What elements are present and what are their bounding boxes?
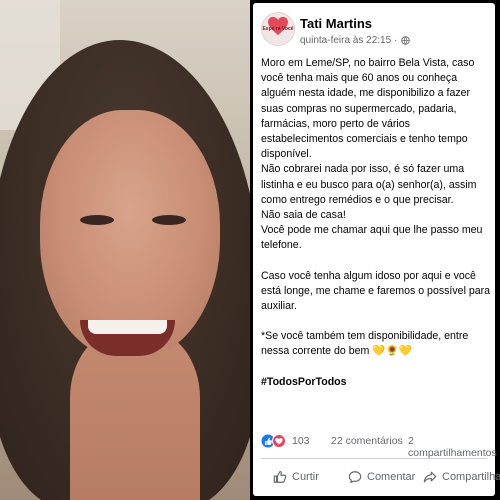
- photo-eye-left: [80, 215, 114, 225]
- comment-label: Comentar: [367, 471, 416, 483]
- post-frame: Espe ra Você Tati Martins quinta-feira à…: [250, 0, 500, 500]
- share-label: Compartilhar: [442, 471, 500, 483]
- globe-icon: [400, 36, 410, 45]
- reactions-count[interactable]: 103: [292, 435, 310, 447]
- post-stats: 103 22 comentários 2 compartilhamentos: [261, 433, 497, 459]
- like-label: Curtir: [292, 471, 319, 483]
- post-paragraph: Você pode me chamar aqui que lhe passo m…: [261, 224, 483, 252]
- post-paragraph: Não cobrarei nada por isso, é só fazer u…: [261, 163, 477, 206]
- post-paragraph: Não saia de casa!: [261, 209, 346, 222]
- post-meta: quinta-feira às 22:15 ·: [300, 35, 410, 46]
- photo-eye-right: [152, 215, 186, 225]
- author-avatar[interactable]: Espe ra Você: [261, 12, 295, 46]
- comment-icon: [348, 471, 362, 483]
- post-header: Espe ra Você Tati Martins quinta-feira à…: [253, 3, 495, 53]
- like-button[interactable]: Curtir: [273, 470, 319, 484]
- post-actions: Curtir Comentar Compartilhar: [253, 463, 500, 493]
- shares-count[interactable]: 2 compartilhamentos: [408, 435, 497, 459]
- post-paragraph: Caso você tenha algum idoso por aqui e v…: [261, 269, 491, 313]
- share-button[interactable]: Compartilhar: [423, 470, 500, 484]
- comments-count[interactable]: 22 comentários: [331, 435, 403, 447]
- post-card: Espe ra Você Tati Martins quinta-feira à…: [253, 3, 500, 496]
- comment-button[interactable]: Comentar: [348, 470, 415, 484]
- post-body: Moro em Leme/SP, no bairro Bela Vista, c…: [261, 56, 491, 390]
- author-name[interactable]: Tati Martins: [300, 16, 372, 31]
- thumbs-up-icon: [273, 471, 287, 483]
- post-paragraph: Moro em Leme/SP, no bairro Bela Vista, c…: [261, 57, 475, 161]
- avatar-text: Espe ra Você: [262, 26, 294, 32]
- post-paragraph: *Se você também tem disponibilidade, ent…: [261, 330, 469, 358]
- reactions-icon[interactable]: [261, 434, 291, 448]
- post-timestamp[interactable]: quinta-feira às 22:15: [300, 35, 391, 46]
- actions-divider: [261, 458, 487, 459]
- share-icon: [423, 471, 437, 483]
- profile-photo: [0, 0, 250, 500]
- hashtag-link[interactable]: #TodosPorTodos: [261, 375, 491, 390]
